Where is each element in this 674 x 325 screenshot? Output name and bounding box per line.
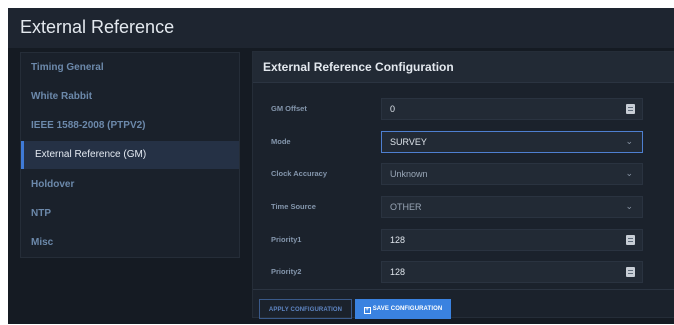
- save-configuration-label: SAVE CONFIGURATION: [372, 306, 443, 312]
- priority1-label: Priority1: [271, 235, 302, 244]
- stepper-icon[interactable]: [626, 104, 635, 114]
- panel-header: External Reference Configuration: [253, 52, 674, 83]
- sidebar-item-label: IEEE 1588-2008 (PTPV2): [31, 120, 146, 131]
- save-icon: +: [363, 307, 371, 314]
- chevron-down-icon: ⌄: [625, 136, 633, 146]
- time-source-label: Time Source: [271, 202, 316, 211]
- sidebar-item-label: NTP: [31, 208, 51, 219]
- priority2-value: 128: [390, 267, 406, 277]
- stepper-icon[interactable]: [626, 267, 635, 277]
- clock-accuracy-select[interactable]: Unknown ⌄: [381, 163, 643, 185]
- save-configuration-button[interactable]: + SAVE CONFIGURATION: [355, 299, 451, 319]
- sidebar-item-label: External Reference (GM): [35, 149, 147, 160]
- clock-accuracy-label: Clock Accuracy: [271, 169, 328, 178]
- gm-offset-input[interactable]: 0: [381, 98, 643, 120]
- mode-label: Mode: [271, 137, 291, 146]
- footer-divider: [253, 289, 674, 290]
- title-bar: External Reference: [8, 8, 674, 48]
- app-window: External Reference Timing General White …: [8, 8, 674, 324]
- page-title: External Reference: [20, 17, 175, 37]
- sidebar-item-label: Timing General: [31, 62, 104, 73]
- sidebar-item-ieee-1588[interactable]: IEEE 1588-2008 (PTPV2): [21, 112, 239, 140]
- apply-configuration-button[interactable]: APPLY CONFIGURATION: [259, 299, 352, 319]
- chevron-down-icon: ⌄: [625, 201, 633, 211]
- clock-accuracy-value: Unknown: [390, 169, 428, 179]
- gm-offset-value: 0: [390, 104, 396, 114]
- sidebar-item-timing-general[interactable]: Timing General: [21, 54, 239, 82]
- sidebar-item-label: Holdover: [31, 179, 75, 190]
- priority1-input[interactable]: 128: [381, 229, 643, 251]
- sidebar-item-holdover[interactable]: Holdover: [21, 171, 239, 199]
- config-panel: External Reference Configuration GM Offs…: [252, 51, 674, 319]
- gm-offset-label: GM Offset: [271, 104, 307, 113]
- sidebar-item-ntp[interactable]: NTP: [21, 200, 239, 228]
- priority2-label: Priority2: [271, 267, 302, 276]
- mode-select[interactable]: SURVEY ⌄: [381, 131, 643, 153]
- sidebar-item-external-reference[interactable]: External Reference (GM): [21, 141, 239, 169]
- sidebar-item-white-rabbit[interactable]: White Rabbit: [21, 83, 239, 111]
- time-source-value: OTHER: [390, 202, 422, 212]
- sidebar: Timing General White Rabbit IEEE 1588-20…: [20, 52, 240, 258]
- sidebar-item-misc[interactable]: Misc: [21, 229, 239, 257]
- time-source-select[interactable]: OTHER ⌄: [381, 196, 643, 218]
- sidebar-item-label: Misc: [31, 237, 54, 248]
- mode-value: SURVEY: [390, 137, 427, 147]
- stepper-icon[interactable]: [626, 235, 635, 245]
- chevron-down-icon: ⌄: [625, 168, 633, 178]
- priority2-input[interactable]: 128: [381, 261, 643, 283]
- priority1-value: 128: [390, 235, 406, 245]
- panel-title: External Reference Configuration: [263, 60, 454, 74]
- sidebar-item-label: White Rabbit: [31, 91, 93, 102]
